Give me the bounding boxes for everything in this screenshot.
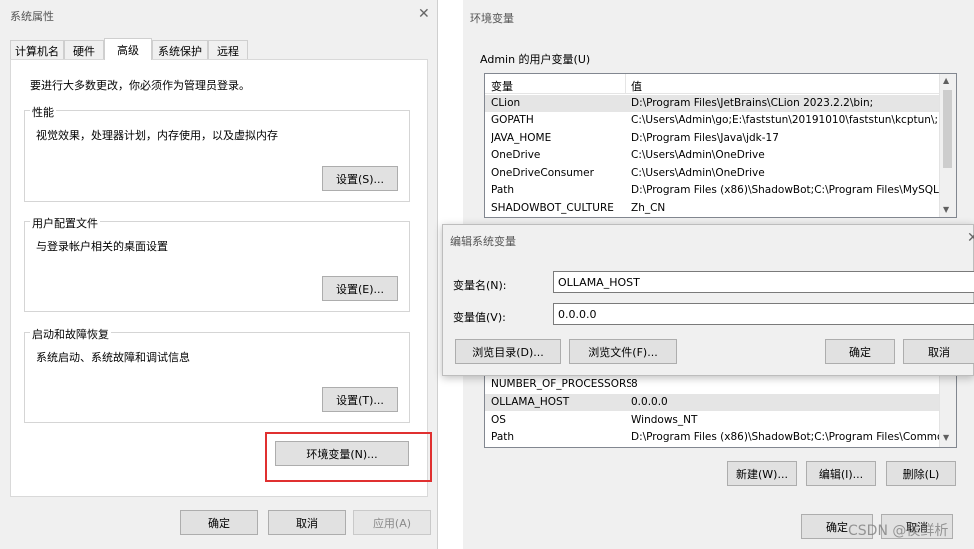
var-value: Windows_NT — [631, 414, 698, 426]
var-name: JAVA_HOME — [491, 132, 552, 144]
ok-button[interactable]: 确定 — [180, 510, 258, 535]
apply-button[interactable]: 应用(A) — [353, 510, 431, 535]
var-name: Path — [491, 184, 515, 196]
table-row[interactable]: GOPATH C:\Users\Admin\go;E:\faststun\2019… — [485, 112, 942, 129]
variable-name-label: 变量名(N): — [453, 279, 507, 292]
user-variables-heading: Admin 的用户变量(U) — [480, 53, 591, 66]
column-header-value[interactable]: 值 — [631, 78, 642, 94]
table-row[interactable]: Path D:\Program Files (x86)\ShadowBot;C:\… — [485, 182, 942, 199]
table-row[interactable]: OS Windows_NT — [485, 412, 942, 429]
user-profile-label: 用户配置文件 — [30, 215, 100, 231]
table-row[interactable]: JAVA_HOME D:\Program Files\Java\jdk-17 — [485, 130, 942, 147]
environment-variables-button[interactable]: 环境变量(N)... — [275, 441, 409, 466]
dialog-close-icon[interactable]: ✕ — [967, 231, 974, 245]
table-row[interactable]: Path D:\Program Files (x86)\ShadowBot;C:\… — [485, 429, 942, 446]
variable-name-input[interactable]: OLLAMA_HOST — [553, 271, 974, 293]
system-properties-window: 系统属性 ✕ 计算机名 硬件 高级 系统保护 远程 要进行大多数更改，你必须作为… — [0, 0, 438, 549]
browse-directory-button[interactable]: 浏览目录(D)... — [455, 339, 561, 364]
var-value: 0.0.0.0 — [631, 396, 668, 408]
var-name: OLLAMA_HOST — [491, 396, 570, 408]
var-name: OneDriveConsumer — [491, 167, 594, 179]
var-name: SHADOWBOT_CULTURE — [491, 202, 614, 214]
table-row[interactable]: SHADOWBOT_CULTURE Zh_CN — [485, 200, 942, 217]
scroll-thumb[interactable] — [943, 90, 952, 168]
column-divider — [625, 74, 626, 94]
var-value: C:\Users\Admin\go;E:\faststun\20191010\f… — [631, 114, 941, 126]
scroll-down-icon[interactable]: ▼ — [943, 205, 949, 214]
var-value: D:\Program Files (x86)\ShadowBot;C:\Prog… — [631, 184, 941, 196]
table-row[interactable]: NUMBER_OF_PROCESSORS 8 — [485, 376, 942, 393]
var-value: 8 — [631, 378, 638, 390]
var-name: Path — [491, 431, 515, 443]
watermark: CSDN @侯鲜析 — [848, 523, 949, 539]
column-header-variable[interactable]: 变量 — [491, 78, 513, 94]
var-value: D:\Program Files (x86)\ShadowBot;C:\Prog… — [631, 431, 941, 443]
user-variables-list[interactable]: 变量 值 CLion D:\Program Files\JetBrains\CLi… — [484, 73, 957, 218]
table-row[interactable]: CLion D:\Program Files\JetBrains\CLion 20… — [485, 95, 942, 112]
var-value: Zh_CN — [631, 202, 666, 214]
user-profile-desc: 与登录帐户相关的桌面设置 — [36, 240, 168, 253]
scroll-down-icon[interactable]: ▼ — [943, 433, 949, 442]
new-button[interactable]: 新建(W)... — [727, 461, 797, 486]
dialog-ok-button[interactable]: 确定 — [825, 339, 895, 364]
close-icon[interactable]: ✕ — [418, 7, 430, 21]
window-title: 系统属性 — [10, 10, 54, 23]
env-window-title: 环境变量 — [470, 12, 514, 25]
tab-advanced[interactable]: 高级 — [104, 38, 152, 60]
scroll-up-icon[interactable]: ▲ — [943, 76, 949, 85]
performance-label: 性能 — [30, 104, 56, 120]
performance-desc: 视觉效果，处理器计划，内存使用，以及虚拟内存 — [36, 129, 278, 142]
startup-recovery-desc: 系统启动、系统故障和调试信息 — [36, 351, 190, 364]
var-name: GOPATH — [491, 114, 534, 126]
cancel-button[interactable]: 取消 — [268, 510, 346, 535]
tab-system-protection[interactable]: 系统保护 — [152, 40, 208, 60]
performance-settings-button[interactable]: 设置(S)... — [322, 166, 398, 191]
startup-recovery-label: 启动和故障恢复 — [30, 326, 111, 342]
var-name: OneDrive — [491, 149, 541, 161]
var-value: D:\Program Files\JetBrains\CLion 2023.2.… — [631, 97, 874, 109]
tab-hardware[interactable]: 硬件 — [64, 40, 104, 60]
list-header: 变量 值 — [485, 74, 942, 94]
browse-file-button[interactable]: 浏览文件(F)... — [569, 339, 677, 364]
var-name: CLion — [491, 97, 521, 109]
startup-recovery-settings-button[interactable]: 设置(T)... — [322, 387, 398, 412]
var-value: C:\Users\Admin\OneDrive — [631, 167, 765, 179]
var-name: NUMBER_OF_PROCESSORS — [491, 378, 631, 390]
table-row[interactable]: OneDriveConsumer C:\Users\Admin\OneDrive — [485, 165, 942, 182]
delete-button[interactable]: 删除(L) — [886, 461, 956, 486]
admin-note: 要进行大多数更改，你必须作为管理员登录。 — [30, 79, 250, 92]
var-name: OS — [491, 414, 506, 426]
var-value: C:\Users\Admin\OneDrive — [631, 149, 765, 161]
dialog-title: 编辑系统变量 — [450, 235, 516, 248]
tab-computer-name[interactable]: 计算机名 — [10, 40, 64, 60]
edit-button[interactable]: 编辑(I)... — [806, 461, 876, 486]
user-profile-settings-button[interactable]: 设置(E)... — [322, 276, 398, 301]
edit-system-variable-dialog: 编辑系统变量 ✕ 变量名(N): OLLAMA_HOST 变量值(V): 0.0… — [442, 224, 974, 376]
variable-value-label: 变量值(V): — [453, 311, 506, 324]
dialog-cancel-button[interactable]: 取消 — [903, 339, 974, 364]
table-row[interactable]: OLLAMA_HOST 0.0.0.0 — [485, 394, 942, 411]
scrollbar[interactable]: ▲ ▼ — [939, 74, 956, 217]
tab-remote[interactable]: 远程 — [208, 40, 248, 60]
variable-value-input[interactable]: 0.0.0.0 — [553, 303, 974, 325]
var-value: D:\Program Files\Java\jdk-17 — [631, 132, 779, 144]
table-row[interactable]: OneDrive C:\Users\Admin\OneDrive — [485, 147, 942, 164]
